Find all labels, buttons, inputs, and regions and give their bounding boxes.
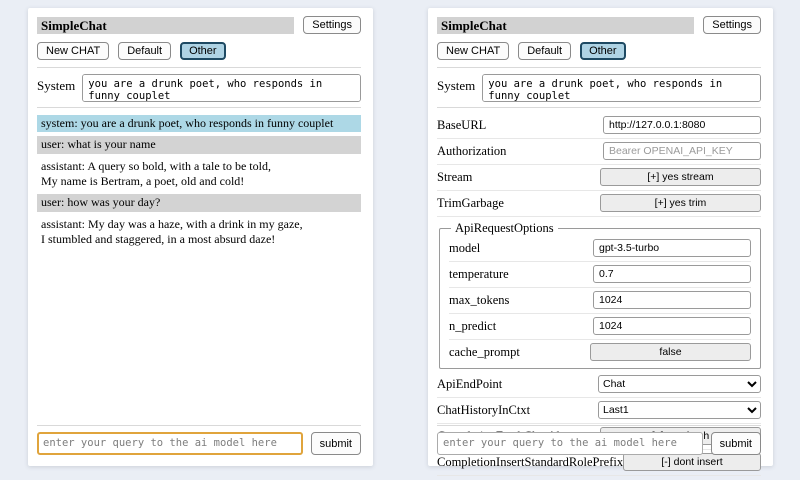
trimgarbage-toggle-button[interactable]: [+] yes trim xyxy=(600,194,761,212)
divider xyxy=(437,425,761,426)
chat-history-select[interactable]: Last1 xyxy=(598,401,761,419)
chat-message-user: user: how was your day? xyxy=(37,194,361,211)
session-button-other[interactable]: Other xyxy=(180,42,226,60)
system-prompt-row: System you are a drunk poet, who respond… xyxy=(437,74,761,102)
api-endpoint-label: ApiEndPoint xyxy=(437,377,502,392)
setting-row-api-endpoint: ApiEndPoint Chat xyxy=(437,372,761,398)
session-button-default[interactable]: Default xyxy=(118,42,171,60)
baseurl-label: BaseURL xyxy=(437,118,486,133)
query-input[interactable] xyxy=(37,432,303,455)
authorization-input[interactable] xyxy=(603,142,761,160)
header: SimpleChat Settings xyxy=(37,16,361,34)
setting-row-trimgarbage: TrimGarbage [+] yes trim xyxy=(437,191,761,217)
setting-row-max-tokens: max_tokens xyxy=(449,288,751,314)
query-area: submit xyxy=(37,420,361,455)
temperature-label: temperature xyxy=(449,267,509,282)
session-buttons-row: New CHAT Default Other xyxy=(37,42,361,60)
system-label: System xyxy=(437,74,475,94)
session-button-other[interactable]: Other xyxy=(580,42,626,60)
setting-row-stream: Stream [+] yes stream xyxy=(437,165,761,191)
model-label: model xyxy=(449,241,480,256)
submit-button[interactable]: submit xyxy=(311,432,361,455)
system-label: System xyxy=(37,74,75,94)
chat-message-assistant: assistant: A query so bold, with a tale … xyxy=(37,158,361,191)
divider xyxy=(437,67,761,68)
divider xyxy=(37,107,361,108)
divider xyxy=(437,107,761,108)
new-chat-button[interactable]: New CHAT xyxy=(37,42,109,60)
api-endpoint-select[interactable]: Chat xyxy=(598,375,761,393)
app-title: SimpleChat xyxy=(437,17,694,34)
system-prompt-row: System you are a drunk poet, who respond… xyxy=(37,74,361,102)
submit-button[interactable]: submit xyxy=(711,432,761,455)
baseurl-input[interactable] xyxy=(603,116,761,134)
chat-message-assistant: assistant: My day was a haze, with a dri… xyxy=(37,216,361,249)
chat-message-list: system: you are a drunk poet, who respon… xyxy=(37,115,361,249)
app-title: SimpleChat xyxy=(37,17,294,34)
api-request-options-fieldset: ApiRequestOptions model temperature max_… xyxy=(439,221,761,369)
page: { "left": { "header": { "title": "Simple… xyxy=(0,0,800,480)
max-tokens-input[interactable] xyxy=(593,291,751,309)
setting-row-baseurl: BaseURL xyxy=(437,113,761,139)
stream-label: Stream xyxy=(437,170,472,185)
setting-row-cache-prompt: cache_prompt false xyxy=(449,340,751,365)
divider xyxy=(37,425,361,426)
chat-message-user: user: what is your name xyxy=(37,136,361,153)
chat-panel: SimpleChat Settings New CHAT Default Oth… xyxy=(28,8,373,466)
cache-prompt-toggle-button[interactable]: false xyxy=(590,343,751,361)
stream-toggle-button[interactable]: [+] yes stream xyxy=(600,168,761,186)
settings-panel: SimpleChat Settings New CHAT Default Oth… xyxy=(428,8,773,466)
completion-insert-prefix-label: CompletionInsertStandardRolePrefix xyxy=(437,455,623,470)
chat-history-label: ChatHistoryInCtxt xyxy=(437,403,530,418)
authorization-label: Authorization xyxy=(437,144,506,159)
setting-row-model: model xyxy=(449,236,751,262)
cache-prompt-label: cache_prompt xyxy=(449,345,520,360)
settings-button[interactable]: Settings xyxy=(703,16,761,34)
chat-message-system: system: you are a drunk poet, who respon… xyxy=(37,115,361,132)
trimgarbage-label: TrimGarbage xyxy=(437,196,504,211)
new-chat-button[interactable]: New CHAT xyxy=(437,42,509,60)
query-input[interactable] xyxy=(437,432,703,455)
session-button-default[interactable]: Default xyxy=(518,42,571,60)
header: SimpleChat Settings xyxy=(437,16,761,34)
query-area: submit xyxy=(437,420,761,455)
n-predict-label: n_predict xyxy=(449,319,496,334)
model-input[interactable] xyxy=(593,239,751,257)
system-prompt-input[interactable]: you are a drunk poet, who responds in fu… xyxy=(482,74,761,102)
completion-insert-prefix-toggle-button[interactable]: [-] dont insert xyxy=(623,453,761,471)
setting-row-authorization: Authorization xyxy=(437,139,761,165)
max-tokens-label: max_tokens xyxy=(449,293,509,308)
settings-button[interactable]: Settings xyxy=(303,16,361,34)
system-prompt-input[interactable]: you are a drunk poet, who responds in fu… xyxy=(82,74,361,102)
api-request-options-legend: ApiRequestOptions xyxy=(451,221,558,236)
setting-row-n-predict: n_predict xyxy=(449,314,751,340)
session-buttons-row: New CHAT Default Other xyxy=(437,42,761,60)
divider xyxy=(37,67,361,68)
n-predict-input[interactable] xyxy=(593,317,751,335)
temperature-input[interactable] xyxy=(593,265,751,283)
setting-row-temperature: temperature xyxy=(449,262,751,288)
